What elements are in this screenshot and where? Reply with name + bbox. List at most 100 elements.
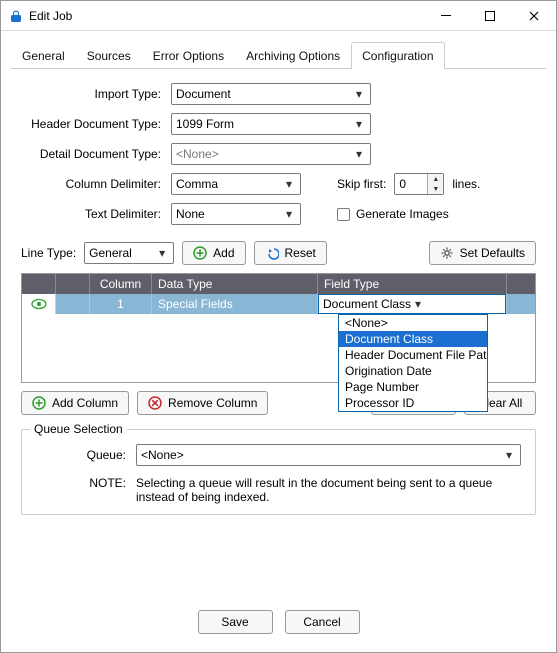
- tab-strip: General Sources Error Options Archiving …: [11, 41, 546, 69]
- chevron-down-icon: ▾: [282, 177, 296, 191]
- queue-select[interactable]: <None> ▾: [136, 444, 521, 466]
- skip-first-value[interactable]: [395, 174, 427, 194]
- grid-row[interactable]: 1 Special Fields Document Class ▾: [22, 294, 535, 314]
- note-text: Selecting a queue will result in the doc…: [136, 476, 521, 504]
- set-defaults-button[interactable]: Set Defaults: [429, 241, 536, 265]
- skip-first-label: Skip first:: [337, 177, 386, 191]
- column-grid: Column Data Type Field Type 1 Special Fi…: [21, 273, 536, 383]
- dropdown-option[interactable]: Origination Date: [339, 363, 487, 379]
- detail-doc-type-placeholder: <None>: [176, 147, 352, 161]
- dropdown-option[interactable]: Page Number: [339, 379, 487, 395]
- reset-label: Reset: [285, 246, 316, 260]
- queue-legend: Queue Selection: [30, 422, 127, 436]
- spin-up-icon[interactable]: ▲: [428, 174, 443, 184]
- chevron-down-icon: ▾: [352, 87, 366, 101]
- x-circle-icon: [148, 396, 162, 410]
- row-trail: [507, 294, 535, 314]
- grid-header-column[interactable]: Column: [90, 274, 152, 294]
- skip-first-input[interactable]: ▲ ▼: [394, 173, 444, 195]
- lock-icon: [9, 9, 23, 23]
- line-type-select[interactable]: General ▾: [84, 242, 174, 264]
- eye-icon: [31, 298, 47, 310]
- field-type-select[interactable]: Document Class ▾: [318, 294, 506, 314]
- queue-value: <None>: [141, 448, 502, 462]
- dialog-footer: Save Cancel: [1, 592, 556, 652]
- chevron-down-icon: ▾: [352, 117, 366, 131]
- save-label: Save: [221, 615, 248, 629]
- tab-error-options[interactable]: Error Options: [142, 42, 235, 69]
- gear-icon: [440, 246, 454, 260]
- generate-images-label: Generate Images: [356, 207, 449, 221]
- tab-general[interactable]: General: [11, 42, 76, 69]
- tab-archiving-options[interactable]: Archiving Options: [235, 42, 351, 69]
- grid-header-datatype[interactable]: Data Type: [152, 274, 318, 294]
- detail-doc-type-select[interactable]: <None> ▾: [171, 143, 371, 165]
- chevron-down-icon: ▾: [411, 297, 425, 311]
- dropdown-option[interactable]: <None>: [339, 315, 487, 331]
- undo-arrow-icon: [265, 246, 279, 260]
- note-label: NOTE:: [36, 476, 136, 504]
- row-column-value: 1: [90, 294, 152, 314]
- row-blank: [56, 294, 90, 314]
- header-doc-type-value: 1099 Form: [176, 117, 352, 131]
- import-type-label: Import Type:: [21, 87, 171, 101]
- tab-configuration[interactable]: Configuration: [351, 42, 444, 69]
- column-delim-select[interactable]: Comma ▾: [171, 173, 301, 195]
- add-line-button[interactable]: Add: [182, 241, 245, 265]
- plus-circle-icon: [193, 246, 207, 260]
- set-defaults-label: Set Defaults: [460, 246, 525, 260]
- close-button[interactable]: [512, 1, 556, 31]
- chevron-down-icon: ▾: [502, 448, 516, 462]
- cancel-label: Cancel: [303, 615, 340, 629]
- config-panel: Import Type: Document ▾ Header Document …: [1, 69, 556, 592]
- field-type-value: Document Class: [323, 297, 411, 311]
- dropdown-option[interactable]: Document Class: [339, 331, 487, 347]
- dropdown-option[interactable]: Processor ID: [339, 395, 487, 411]
- skip-first-suffix: lines.: [452, 177, 480, 191]
- reset-button[interactable]: Reset: [254, 241, 327, 265]
- queue-selection-group: Queue Selection Queue: <None> ▾ NOTE: Se…: [21, 429, 536, 515]
- grid-header-trail: [507, 274, 535, 294]
- import-type-select[interactable]: Document ▾: [171, 83, 371, 105]
- chevron-down-icon: ▾: [155, 246, 169, 260]
- grid-header-fieldtype[interactable]: Field Type: [318, 274, 507, 294]
- grid-header-blank: [56, 274, 90, 294]
- line-type-label: Line Type:: [21, 246, 76, 260]
- plus-circle-icon: [32, 396, 46, 410]
- grid-header: Column Data Type Field Type: [22, 274, 535, 294]
- add-column-label: Add Column: [52, 396, 118, 410]
- minimize-button[interactable]: [424, 1, 468, 31]
- text-delim-select[interactable]: None ▾: [171, 203, 301, 225]
- field-type-dropdown: <None> Document Class Header Document Fi…: [338, 314, 488, 412]
- titlebar: Edit Job: [1, 1, 556, 31]
- column-delim-label: Column Delimiter:: [21, 177, 171, 191]
- row-marker: [22, 294, 56, 314]
- row-datatype-value: Special Fields: [152, 294, 318, 314]
- cancel-button[interactable]: Cancel: [285, 610, 360, 634]
- window-title: Edit Job: [29, 9, 424, 23]
- maximize-button[interactable]: [468, 1, 512, 31]
- text-delim-value: None: [176, 207, 282, 221]
- remove-column-label: Remove Column: [168, 396, 257, 410]
- dropdown-option[interactable]: Header Document File Path: [339, 347, 487, 363]
- remove-column-button[interactable]: Remove Column: [137, 391, 268, 415]
- generate-images-checkbox[interactable]: [337, 208, 350, 221]
- add-line-label: Add: [213, 246, 234, 260]
- line-type-value: General: [89, 246, 155, 260]
- header-doc-type-label: Header Document Type:: [21, 117, 171, 131]
- spin-down-icon[interactable]: ▼: [428, 184, 443, 194]
- tab-sources[interactable]: Sources: [76, 42, 142, 69]
- add-column-button[interactable]: Add Column: [21, 391, 129, 415]
- header-doc-type-select[interactable]: 1099 Form ▾: [171, 113, 371, 135]
- row-fieldtype-cell[interactable]: Document Class ▾: [318, 294, 507, 314]
- column-delim-value: Comma: [176, 177, 282, 191]
- edit-job-window: Edit Job General Sources Error Options A…: [0, 0, 557, 653]
- detail-doc-type-label: Detail Document Type:: [21, 147, 171, 161]
- chevron-down-icon: ▾: [282, 207, 296, 221]
- chevron-down-icon: ▾: [352, 147, 366, 161]
- grid-header-marker: [22, 274, 56, 294]
- queue-label: Queue:: [36, 448, 136, 462]
- save-button[interactable]: Save: [198, 610, 273, 634]
- import-type-value: Document: [176, 87, 352, 101]
- text-delim-label: Text Delimiter:: [21, 207, 171, 221]
